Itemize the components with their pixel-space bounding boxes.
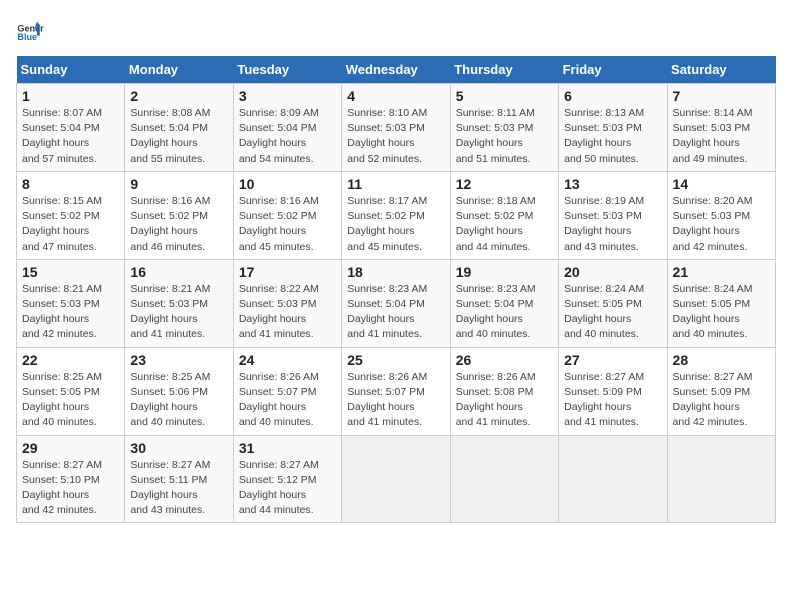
logo-icon: General Blue bbox=[16, 16, 44, 44]
empty-day bbox=[342, 435, 450, 523]
empty-day bbox=[667, 435, 775, 523]
calendar-day-16: 16Sunrise: 8:21 AMSunset: 5:03 PMDayligh… bbox=[125, 259, 233, 347]
calendar-day-22: 22Sunrise: 8:25 AMSunset: 5:05 PMDayligh… bbox=[17, 347, 125, 435]
page-header: General Blue bbox=[16, 16, 776, 44]
calendar-table: SundayMondayTuesdayWednesdayThursdayFrid… bbox=[16, 56, 776, 523]
calendar-day-9: 9Sunrise: 8:16 AMSunset: 5:02 PMDaylight… bbox=[125, 171, 233, 259]
col-header-friday: Friday bbox=[559, 56, 667, 84]
col-header-thursday: Thursday bbox=[450, 56, 558, 84]
calendar-day-28: 28Sunrise: 8:27 AMSunset: 5:09 PMDayligh… bbox=[667, 347, 775, 435]
calendar-day-21: 21Sunrise: 8:24 AMSunset: 5:05 PMDayligh… bbox=[667, 259, 775, 347]
col-header-tuesday: Tuesday bbox=[233, 56, 341, 84]
calendar-day-7: 7Sunrise: 8:14 AMSunset: 5:03 PMDaylight… bbox=[667, 84, 775, 172]
logo: General Blue bbox=[16, 16, 48, 44]
calendar-day-29: 29Sunrise: 8:27 AMSunset: 5:10 PMDayligh… bbox=[17, 435, 125, 523]
calendar-day-5: 5Sunrise: 8:11 AMSunset: 5:03 PMDaylight… bbox=[450, 84, 558, 172]
calendar-day-4: 4Sunrise: 8:10 AMSunset: 5:03 PMDaylight… bbox=[342, 84, 450, 172]
calendar-day-20: 20Sunrise: 8:24 AMSunset: 5:05 PMDayligh… bbox=[559, 259, 667, 347]
calendar-day-19: 19Sunrise: 8:23 AMSunset: 5:04 PMDayligh… bbox=[450, 259, 558, 347]
calendar-day-13: 13Sunrise: 8:19 AMSunset: 5:03 PMDayligh… bbox=[559, 171, 667, 259]
calendar-day-27: 27Sunrise: 8:27 AMSunset: 5:09 PMDayligh… bbox=[559, 347, 667, 435]
calendar-day-1: 1Sunrise: 8:07 AMSunset: 5:04 PMDaylight… bbox=[17, 84, 125, 172]
calendar-week-5: 29Sunrise: 8:27 AMSunset: 5:10 PMDayligh… bbox=[17, 435, 776, 523]
calendar-week-2: 8Sunrise: 8:15 AMSunset: 5:02 PMDaylight… bbox=[17, 171, 776, 259]
calendar-day-31: 31Sunrise: 8:27 AMSunset: 5:12 PMDayligh… bbox=[233, 435, 341, 523]
calendar-day-8: 8Sunrise: 8:15 AMSunset: 5:02 PMDaylight… bbox=[17, 171, 125, 259]
calendar-header: SundayMondayTuesdayWednesdayThursdayFrid… bbox=[17, 56, 776, 84]
empty-day bbox=[450, 435, 558, 523]
calendar-week-3: 15Sunrise: 8:21 AMSunset: 5:03 PMDayligh… bbox=[17, 259, 776, 347]
svg-text:Blue: Blue bbox=[17, 32, 37, 42]
calendar-day-23: 23Sunrise: 8:25 AMSunset: 5:06 PMDayligh… bbox=[125, 347, 233, 435]
calendar-week-4: 22Sunrise: 8:25 AMSunset: 5:05 PMDayligh… bbox=[17, 347, 776, 435]
col-header-sunday: Sunday bbox=[17, 56, 125, 84]
calendar-day-25: 25Sunrise: 8:26 AMSunset: 5:07 PMDayligh… bbox=[342, 347, 450, 435]
calendar-day-6: 6Sunrise: 8:13 AMSunset: 5:03 PMDaylight… bbox=[559, 84, 667, 172]
calendar-week-1: 1Sunrise: 8:07 AMSunset: 5:04 PMDaylight… bbox=[17, 84, 776, 172]
calendar-day-30: 30Sunrise: 8:27 AMSunset: 5:11 PMDayligh… bbox=[125, 435, 233, 523]
calendar-day-10: 10Sunrise: 8:16 AMSunset: 5:02 PMDayligh… bbox=[233, 171, 341, 259]
calendar-day-14: 14Sunrise: 8:20 AMSunset: 5:03 PMDayligh… bbox=[667, 171, 775, 259]
col-header-wednesday: Wednesday bbox=[342, 56, 450, 84]
calendar-day-3: 3Sunrise: 8:09 AMSunset: 5:04 PMDaylight… bbox=[233, 84, 341, 172]
empty-day bbox=[559, 435, 667, 523]
col-header-monday: Monday bbox=[125, 56, 233, 84]
calendar-day-18: 18Sunrise: 8:23 AMSunset: 5:04 PMDayligh… bbox=[342, 259, 450, 347]
calendar-day-24: 24Sunrise: 8:26 AMSunset: 5:07 PMDayligh… bbox=[233, 347, 341, 435]
calendar-day-26: 26Sunrise: 8:26 AMSunset: 5:08 PMDayligh… bbox=[450, 347, 558, 435]
calendar-day-12: 12Sunrise: 8:18 AMSunset: 5:02 PMDayligh… bbox=[450, 171, 558, 259]
calendar-day-17: 17Sunrise: 8:22 AMSunset: 5:03 PMDayligh… bbox=[233, 259, 341, 347]
col-header-saturday: Saturday bbox=[667, 56, 775, 84]
calendar-day-15: 15Sunrise: 8:21 AMSunset: 5:03 PMDayligh… bbox=[17, 259, 125, 347]
calendar-day-11: 11Sunrise: 8:17 AMSunset: 5:02 PMDayligh… bbox=[342, 171, 450, 259]
calendar-day-2: 2Sunrise: 8:08 AMSunset: 5:04 PMDaylight… bbox=[125, 84, 233, 172]
